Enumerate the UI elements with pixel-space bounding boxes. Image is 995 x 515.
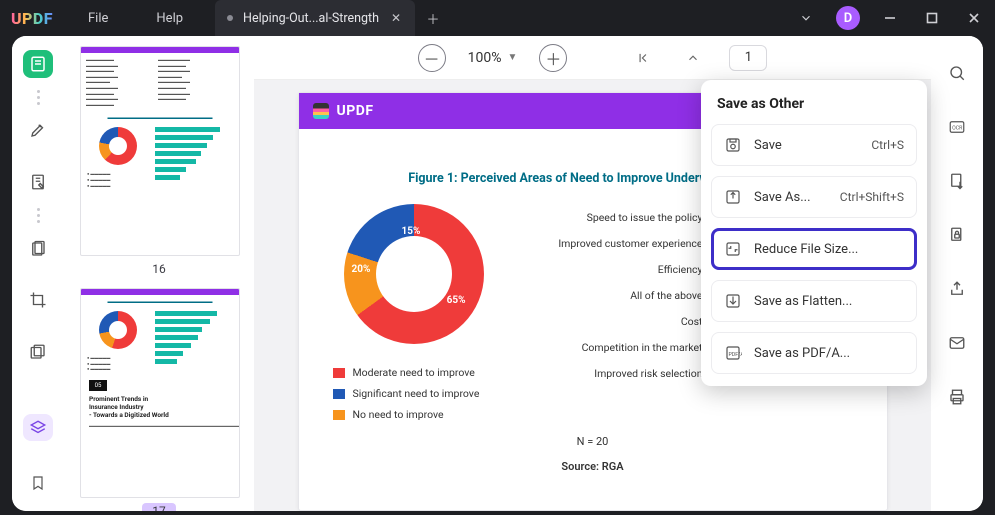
legend-label: No need to improve	[353, 408, 444, 421]
menu-file[interactable]: File	[64, 0, 132, 36]
titlebar: UPDF File Help Helping-Out...al-Strength…	[0, 0, 995, 36]
batch-tool-button[interactable]	[23, 338, 53, 366]
legend-label: Significant need to improve	[353, 387, 480, 400]
window-minimize-button[interactable]	[869, 0, 911, 36]
left-toolbar	[12, 36, 64, 511]
prev-page-button[interactable]	[679, 44, 707, 72]
bar-label: Improved customer experience	[537, 237, 707, 250]
menu-reduce-file-size[interactable]: Reduce File Size...	[711, 228, 917, 270]
toolbar-separator-icon	[37, 208, 40, 223]
save-as-icon	[724, 188, 742, 206]
layers-button[interactable]	[23, 414, 53, 442]
protect-button[interactable]	[942, 220, 972, 250]
thumbnail-pagenum-16: 16	[80, 262, 238, 276]
svg-text:PDF/A: PDF/A	[729, 352, 743, 358]
chevron-down-icon: ▼	[507, 52, 517, 63]
figure-source: Source: RGA	[319, 460, 867, 473]
donut-label: 15%	[402, 226, 421, 237]
thumbnails-panel: ▬▬▬▬▬▬▬▬▬▬▬▬▬▬▬▬▬▬▬▬▬▬▬▬▬▬▬▬▬▬▬▬▬▬▬▬▬▬▬▬…	[64, 36, 254, 511]
menu-item-label: Reduce File Size...	[754, 242, 858, 257]
zoom-in-button[interactable]: ＋	[539, 44, 567, 72]
app-logo: UPDF	[11, 9, 53, 28]
organize-tool-button[interactable]	[23, 235, 53, 263]
menu-save-flatten[interactable]: Save as Flatten...	[711, 280, 917, 322]
brand-mark-icon	[313, 103, 329, 119]
tab-add-button[interactable]: ＋	[415, 0, 451, 36]
svg-text:OCR: OCR	[952, 125, 963, 131]
bar-label: Cost	[537, 315, 707, 328]
viewer: － 100% ▼ ＋ 1 Save as Other Save Ctrl+S S…	[254, 36, 931, 511]
zoom-value: 100%	[468, 50, 502, 66]
window-close-button[interactable]	[953, 0, 995, 36]
viewer-toolbar: － 100% ▼ ＋ 1	[254, 36, 931, 80]
page-thumbnail-16[interactable]: ▬▬▬▬▬▬▬▬▬▬▬▬▬▬▬▬▬▬▬▬▬▬▬▬▬▬▬▬▬▬▬▬▬▬▬▬▬▬▬▬…	[80, 46, 240, 256]
legend-swatch-icon	[333, 389, 345, 399]
menu-item-label: Save as PDF/A...	[754, 346, 850, 361]
first-page-button[interactable]	[629, 44, 657, 72]
window-maximize-button[interactable]	[911, 0, 953, 36]
bar-label: Improved risk selection	[537, 367, 707, 380]
reader-mode-button[interactable]	[23, 50, 53, 78]
menu-item-label: Save As...	[754, 190, 811, 205]
menu-title: Save as Other	[711, 90, 917, 124]
tab-dropdown-button[interactable]	[785, 0, 827, 36]
menu-save[interactable]: Save Ctrl+S	[711, 124, 917, 166]
right-toolbar: OCR	[931, 36, 983, 511]
email-button[interactable]	[942, 328, 972, 358]
legend-label: Moderate need to improve	[353, 366, 475, 379]
app-logo-wrap: UPDF	[0, 9, 64, 28]
menu-item-label: Save as Flatten...	[754, 294, 852, 309]
menu-item-shortcut: Ctrl+Shift+S	[840, 190, 904, 204]
donut-label: 20%	[352, 264, 371, 275]
tab-close-icon[interactable]: ✕	[389, 11, 403, 25]
menu-help[interactable]: Help	[132, 0, 207, 36]
zoom-out-button[interactable]: －	[418, 44, 446, 72]
menu-item-label: Save	[754, 138, 782, 153]
share-button[interactable]	[942, 274, 972, 304]
crop-tool-button[interactable]	[23, 287, 53, 315]
legend-swatch-icon	[333, 368, 345, 378]
zoom-select[interactable]: 100% ▼	[468, 50, 518, 66]
toolbar-separator-icon	[37, 90, 40, 105]
chart-legend: Moderate need to improve Significant nee…	[319, 366, 480, 421]
user-avatar[interactable]: D	[827, 0, 869, 36]
edit-tool-button[interactable]	[23, 168, 53, 196]
bookmark-button[interactable]	[23, 469, 53, 497]
tab-indicator-icon	[227, 15, 233, 21]
bar-label: All of the above	[537, 289, 707, 302]
bar-label: Speed to issue the policy	[537, 211, 707, 224]
menu-save-pdfa[interactable]: PDF/A Save as PDF/A...	[711, 332, 917, 374]
app-shell: ▬▬▬▬▬▬▬▬▬▬▬▬▬▬▬▬▬▬▬▬▬▬▬▬▬▬▬▬▬▬▬▬▬▬▬▬▬▬▬▬…	[12, 36, 983, 511]
page-thumbnail-17[interactable]: ▬▬▬▬▬▬▬▬▬▬▬▬▬▬▬▬▬▬▬▬▬ ● ▬▬▬▬▬● ▬▬▬▬▬● ▬▬…	[80, 288, 240, 498]
pdfa-icon: PDF/A	[724, 344, 742, 362]
section-heading: - Towards a Digitized World	[89, 411, 231, 419]
section-heading: Insurance Industry	[89, 403, 231, 411]
reduce-icon	[724, 240, 742, 258]
search-button[interactable]	[942, 58, 972, 88]
menu-save-as[interactable]: Save As... Ctrl+Shift+S	[711, 176, 917, 218]
menu-item-shortcut: Ctrl+S	[871, 138, 904, 152]
section-tag: 05	[89, 380, 107, 391]
legend-swatch-icon	[333, 410, 345, 420]
menu-bar: File Help	[64, 0, 207, 36]
flatten-icon	[724, 292, 742, 310]
section-heading: Prominent Trends in	[89, 395, 231, 403]
save-as-other-menu: Save as Other Save Ctrl+S Save As... Ctr…	[701, 80, 927, 386]
document-tab[interactable]: Helping-Out...al-Strength ✕	[215, 0, 415, 36]
convert-button[interactable]	[942, 166, 972, 196]
donut-chart: 65% 15% 20%	[344, 204, 484, 344]
ocr-button[interactable]: OCR	[942, 112, 972, 142]
bar-label: Competition in the market	[537, 341, 707, 354]
donut-label: 65%	[447, 295, 466, 306]
highlight-tool-button[interactable]	[23, 117, 53, 145]
bar-label: Efficiency	[537, 263, 707, 276]
print-button[interactable]	[942, 382, 972, 412]
save-icon	[724, 136, 742, 154]
sample-size: N = 20	[319, 435, 867, 448]
page-input[interactable]: 1	[729, 45, 767, 71]
brand-name: UPDF	[337, 103, 374, 119]
thumbnail-pagenum-17: 17	[80, 504, 238, 511]
tab-title: Helping-Out...al-Strength	[243, 11, 379, 26]
